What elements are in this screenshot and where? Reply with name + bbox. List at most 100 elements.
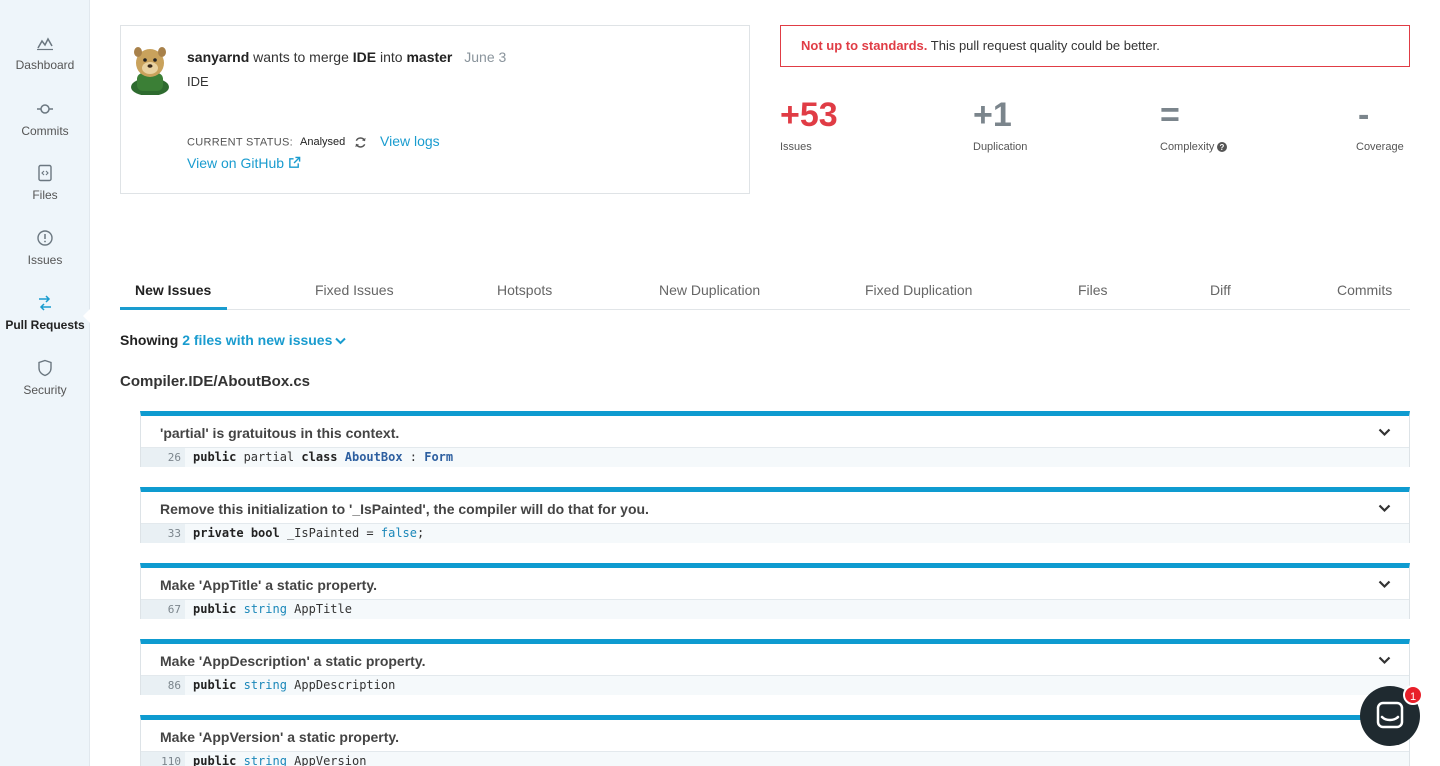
metric-label: Complexity <box>1160 141 1215 153</box>
sidebar-item-label: Issues <box>27 253 63 267</box>
status-value: Analysed <box>300 136 346 149</box>
code-text: public partial class AboutBox : Form <box>193 448 453 467</box>
pr-target-branch: master <box>406 49 453 65</box>
code-line: 110 public string AppVersion <box>141 751 1409 766</box>
notification-badge: 1 <box>1403 685 1423 705</box>
issue-title: Remove this initialization to '_IsPainte… <box>160 501 649 517</box>
showing-filter: Showing 2 files with new issues <box>120 332 347 348</box>
metric-label: Issues <box>780 141 812 153</box>
refresh-icon[interactable] <box>354 136 367 149</box>
view-on-github-link[interactable]: View on GitHub <box>187 155 301 171</box>
code-token: AboutBox <box>344 450 403 464</box>
code-token: public <box>193 678 237 692</box>
chevron-down-icon <box>335 337 347 345</box>
commit-icon <box>37 104 53 114</box>
pr-date: June 3 <box>464 49 507 65</box>
tab-fixed-issues[interactable]: Fixed Issues <box>315 282 394 298</box>
line-number: 33 <box>141 524 185 543</box>
tab-new-issues[interactable]: New Issues <box>135 282 211 298</box>
tab-bar: New Issues Fixed Issues Hotspots New Dup… <box>120 272 1410 310</box>
shield-icon <box>38 359 52 377</box>
issue-card[interactable]: 'partial' is gratuitous in this context.… <box>140 411 1410 467</box>
tab-commits[interactable]: Commits <box>1337 282 1392 298</box>
pull-request-icon <box>39 295 51 311</box>
sidebar-item-dashboard[interactable]: Dashboard <box>0 34 90 94</box>
sidebar: Dashboard Commits Files Issues Pull Requ… <box>0 0 91 766</box>
metric-coverage: - Coverage <box>1356 95 1404 153</box>
issue-card[interactable]: Remove this initialization to '_IsPainte… <box>140 487 1410 543</box>
pr-wants-text: wants to merge <box>253 49 349 65</box>
files-filter-dropdown[interactable]: 2 files with new issues <box>182 332 347 348</box>
metric-value: +53 <box>780 96 838 134</box>
code-token: false <box>380 526 417 540</box>
external-link-icon <box>289 156 301 168</box>
code-text: private bool _IsPainted = false; <box>193 524 424 543</box>
code-text: public string AppVersion <box>193 752 366 766</box>
chevron-down-icon[interactable] <box>1378 428 1391 437</box>
view-logs-link[interactable]: View logs <box>380 133 440 149</box>
metric-label: Coverage <box>1356 141 1404 153</box>
pr-author[interactable]: sanyarnd <box>187 49 249 65</box>
tab-new-duplication[interactable]: New Duplication <box>659 282 760 298</box>
issue-title: Make 'AppDescription' a static property. <box>160 653 426 669</box>
file-path-heading: Compiler.IDE/AboutBox.cs <box>120 373 311 390</box>
sidebar-item-label: Security <box>23 383 67 397</box>
showing-label: Showing <box>120 332 179 348</box>
line-number: 110 <box>141 752 185 766</box>
issue-card[interactable]: Make 'AppDescription' a static property.… <box>140 639 1410 695</box>
code-line: 26 public partial class AboutBox : Form <box>141 447 1409 467</box>
status-label: CURRENT STATUS: <box>187 136 293 149</box>
issue-card[interactable]: Make 'AppVersion' a static property. 110… <box>140 715 1410 766</box>
file-code-icon <box>38 164 52 182</box>
metric-value: +1 <box>973 96 1012 134</box>
sidebar-item-issues[interactable]: Issues <box>0 229 90 289</box>
sidebar-item-security[interactable]: Security <box>0 359 90 419</box>
tab-fixed-duplication[interactable]: Fixed Duplication <box>865 282 972 298</box>
tab-hotspots[interactable]: Hotspots <box>497 282 552 298</box>
issue-card[interactable]: Make 'AppTitle' a static property. 67 pu… <box>140 563 1410 619</box>
code-text: public string AppDescription <box>193 676 395 695</box>
code-line: 33 private bool _IsPainted = false; <box>141 523 1409 543</box>
code-token: string <box>243 754 287 766</box>
pr-title: IDE <box>187 74 209 89</box>
sidebar-item-pull-requests[interactable]: Pull Requests <box>0 294 91 354</box>
sidebar-item-commits[interactable]: Commits <box>0 100 90 160</box>
code-token: Form <box>424 450 454 464</box>
code-token: private <box>193 526 244 540</box>
view-on-github-label: View on GitHub <box>187 155 285 171</box>
sidebar-item-label: Files <box>32 188 58 202</box>
code-token: : <box>402 450 425 464</box>
sidebar-item-files[interactable]: Files <box>0 164 90 224</box>
code-token: string <box>243 602 287 616</box>
issue-title: Make 'AppTitle' a static property. <box>160 577 377 593</box>
metric-label: Duplication <box>973 141 1028 153</box>
code-token: public <box>193 754 237 766</box>
line-number: 86 <box>141 676 185 695</box>
metric-complexity: = Complexity? <box>1160 95 1228 153</box>
code-token: partial <box>236 450 302 464</box>
chart-icon <box>37 37 53 51</box>
alert-strong-text: Not up to standards. <box>801 38 928 53</box>
chevron-down-icon[interactable] <box>1378 580 1391 589</box>
avatar <box>131 47 169 95</box>
svg-text:?: ? <box>1220 143 1225 152</box>
chevron-down-icon[interactable] <box>1378 504 1391 513</box>
code-token: AppTitle <box>286 602 352 616</box>
pull-request-card: sanyarnd wants to merge IDE into master … <box>120 25 750 194</box>
help-icon[interactable]: ? <box>1217 142 1228 152</box>
code-token: _IsPainted = <box>279 526 381 540</box>
code-token: AppVersion <box>286 754 367 766</box>
tab-diff[interactable]: Diff <box>1210 282 1231 298</box>
pr-headline: sanyarnd wants to merge IDE into master … <box>187 49 506 65</box>
metric-label-row: Complexity? <box>1160 141 1228 153</box>
metric-value: = <box>1160 96 1180 134</box>
code-token: bool <box>250 526 280 540</box>
alert-text: This pull request quality could be bette… <box>930 38 1160 53</box>
chevron-down-icon[interactable] <box>1378 656 1391 665</box>
pr-source-branch: IDE <box>352 49 377 65</box>
tab-files[interactable]: Files <box>1078 282 1108 298</box>
